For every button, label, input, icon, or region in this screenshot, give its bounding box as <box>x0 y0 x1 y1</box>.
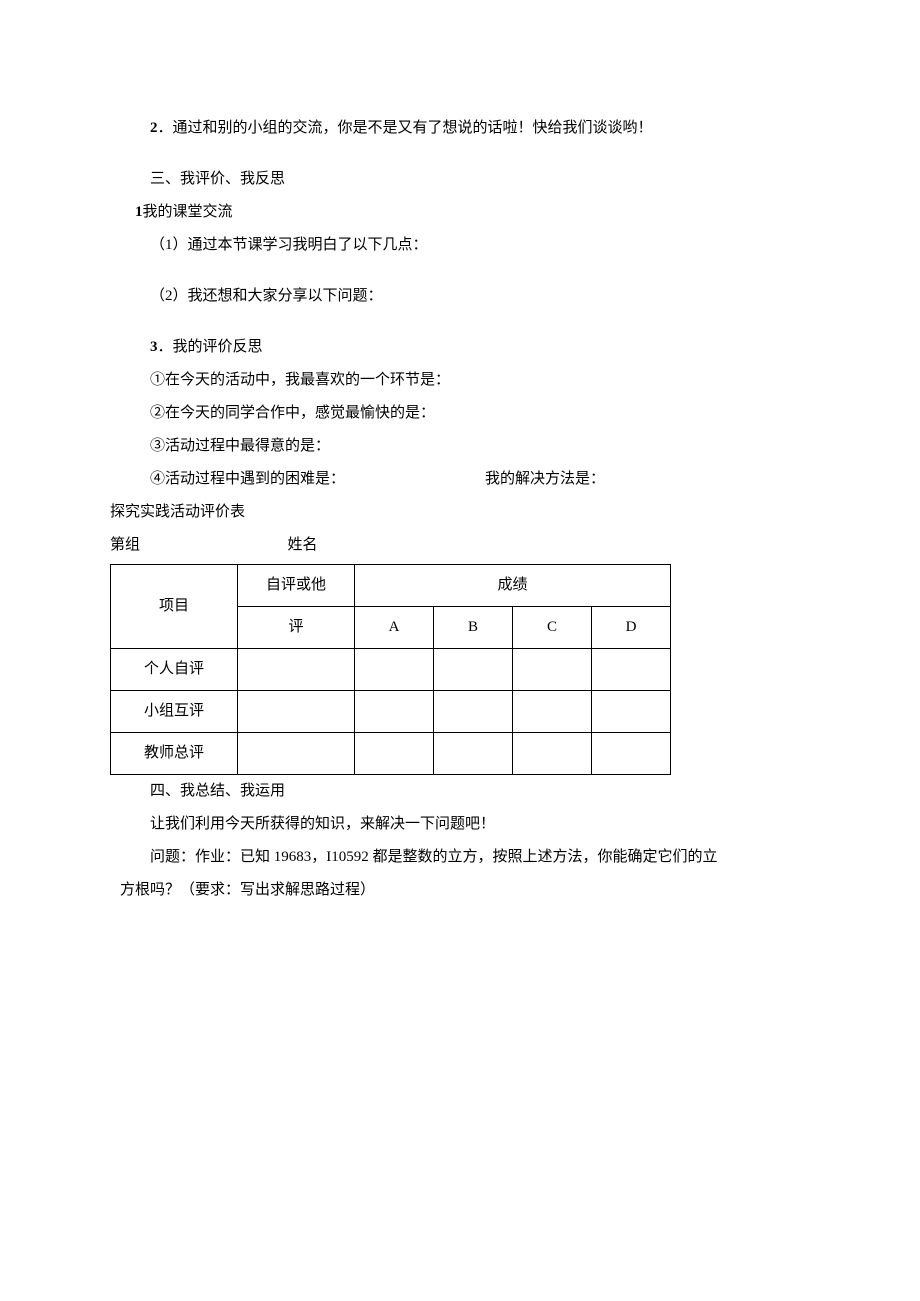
eval-group-line: 第组 姓名 <box>110 529 800 562</box>
th-grade-b: B <box>434 607 513 649</box>
table-row: 个人自评 <box>111 649 671 691</box>
cell <box>355 649 434 691</box>
row-group: 小组互评 <box>111 691 238 733</box>
cell <box>592 733 671 775</box>
cell <box>238 733 355 775</box>
th-score: 成绩 <box>355 565 671 607</box>
th-grade-c: C <box>513 607 592 649</box>
th-eval-l1: 自评或他 <box>238 565 355 607</box>
eval-table-title: 探究实践活动评价表 <box>110 496 800 529</box>
cell <box>513 649 592 691</box>
s3-line4b: 我的解决方法是： <box>455 463 605 496</box>
cell <box>434 691 513 733</box>
evaluation-table-block: 探究实践活动评价表 第组 姓名 项目 自评或他 成绩 评 A B C D 个人自… <box>110 496 800 775</box>
cell <box>238 649 355 691</box>
cell <box>592 649 671 691</box>
th-grade-a: A <box>355 607 434 649</box>
row-self: 个人自评 <box>111 649 238 691</box>
row-teacher: 教师总评 <box>111 733 238 775</box>
question-2: 2．通过和别的小组的交流，你是不是又有了想说的话啦！快给我们谈谈哟！ <box>120 112 800 145</box>
s3-item1-label: 我的课堂交流 <box>143 204 233 220</box>
q2-text: ．通过和别的小组的交流，你是不是又有了想说的话啦！快给我们谈谈哟！ <box>158 120 653 136</box>
th-eval-l2: 评 <box>238 607 355 649</box>
cell <box>434 649 513 691</box>
s3-item3: 3．我的评价反思 <box>120 331 800 364</box>
name-label: 姓名 <box>288 537 318 553</box>
cell <box>355 733 434 775</box>
s3-sub1: （1）通过本节课学习我明白了以下几点： <box>120 229 800 262</box>
s4-line2a: 问题：作业：已知 19683，I10592 都是整数的立方，按照上述方法，你能确… <box>120 841 800 874</box>
cell <box>513 733 592 775</box>
cell <box>355 691 434 733</box>
cell <box>434 733 513 775</box>
section-4-heading: 四、我总结、我运用 <box>120 775 800 808</box>
document-page: 2．通过和别的小组的交流，你是不是又有了想说的话啦！快给我们谈谈哟！ 三、我评价… <box>0 0 920 1301</box>
s3-item3-num: 3 <box>150 339 158 355</box>
section-3-heading: 三、我评价、我反思 <box>120 163 800 196</box>
q2-number: 2 <box>150 120 158 136</box>
cell <box>513 691 592 733</box>
table-header-row-1: 项目 自评或他 成绩 <box>111 565 671 607</box>
table-row: 教师总评 <box>111 733 671 775</box>
table-row: 小组互评 <box>111 691 671 733</box>
s3-line2: ②在今天的同学合作中，感觉最愉快的是： <box>120 397 800 430</box>
s3-item1-num: 1 <box>135 204 143 220</box>
s3-line3: ③活动过程中最得意的是： <box>120 430 800 463</box>
s3-line4a: ④活动过程中遇到的困难是： <box>120 463 345 496</box>
s3-sub2: （2）我还想和大家分享以下问题： <box>120 280 800 313</box>
s4-line2b: 方根吗？（要求：写出求解思路过程） <box>120 874 800 907</box>
th-grade-d: D <box>592 607 671 649</box>
s3-item1: 1我的课堂交流 <box>120 196 800 229</box>
cell <box>238 691 355 733</box>
s4-line1: 让我们利用今天所获得的知识，来解决一下问题吧！ <box>120 808 800 841</box>
group-prefix: 第组 <box>110 537 140 553</box>
s3-item3-label: ．我的评价反思 <box>158 339 263 355</box>
cell <box>592 691 671 733</box>
s3-line1: ①在今天的活动中，我最喜欢的一个环节是： <box>120 364 800 397</box>
th-project: 项目 <box>111 565 238 649</box>
evaluation-table: 项目 自评或他 成绩 评 A B C D 个人自评 小组互评 <box>110 564 671 775</box>
